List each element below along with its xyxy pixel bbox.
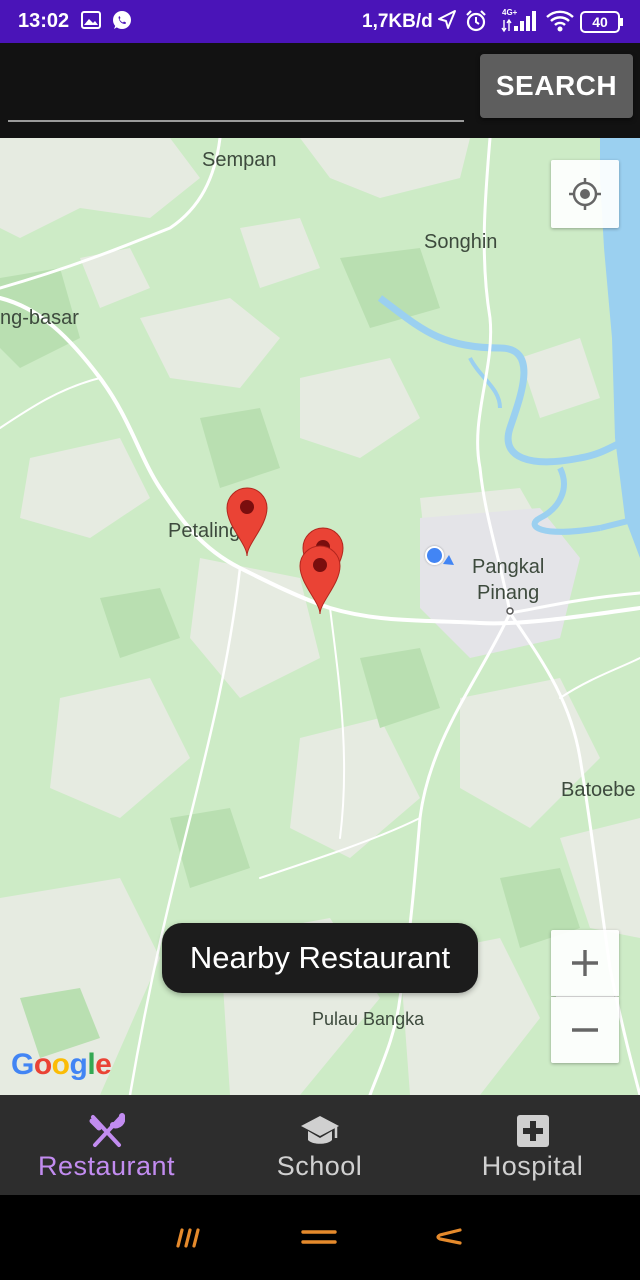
status-bar: 13:02 1,7KB/d 4G+ 40: [0, 0, 640, 43]
nav-item-hospital[interactable]: Hospital: [426, 1095, 639, 1195]
recent-apps-icon: [176, 1228, 200, 1248]
recent-apps-button[interactable]: [167, 1217, 207, 1257]
map-label-pulau-bangka: Pulau Bangka: [312, 1009, 425, 1029]
battery-level: 40: [592, 14, 608, 30]
map-label-songhin: Songhin: [424, 231, 498, 253]
map-marker[interactable]: [296, 542, 344, 615]
zoom-in-button[interactable]: [551, 930, 619, 996]
minus-icon: [572, 1028, 598, 1032]
back-icon: [436, 1228, 462, 1245]
current-location-icon: [425, 546, 444, 565]
map-pin-icon: [226, 487, 268, 557]
heading-arrow-icon: [443, 555, 454, 565]
nav-label: School: [276, 1151, 363, 1181]
map-marker[interactable]: [223, 484, 271, 557]
my-location-button[interactable]: [551, 160, 619, 228]
navigation-icon: [437, 9, 457, 36]
toast-message: Nearby Restaurant: [162, 923, 478, 993]
whatsapp-icon: [111, 9, 133, 36]
hospital-icon: [516, 1113, 550, 1149]
nav-label: Restaurant: [37, 1151, 176, 1181]
map-label-basar: ng-basar: [0, 307, 79, 329]
bottom-navigation: Restaurant School Hospital: [0, 1095, 640, 1195]
zoom-out-button[interactable]: [551, 997, 619, 1063]
signal-4g-icon: 4G+: [500, 6, 538, 39]
nav-item-restaurant[interactable]: Restaurant: [0, 1095, 213, 1195]
svg-text:4G+: 4G+: [502, 8, 518, 17]
map-label-pinang: Pinang: [477, 582, 540, 604]
app-root: 13:02 1,7KB/d 4G+ 40 SEARCH Sempan Songh…: [0, 0, 640, 1280]
back-button[interactable]: [428, 1217, 468, 1257]
map-label-pangkal: Pangkal: [472, 556, 545, 578]
nav-label: Hospital: [481, 1151, 584, 1181]
gallery-icon: [80, 9, 102, 36]
map-label-batoebe: Batoebe: [561, 779, 636, 801]
plus-icon: [572, 950, 598, 976]
system-navigation-bar: [0, 1195, 640, 1280]
map-pin-icon: [299, 545, 341, 615]
school-icon: [300, 1113, 340, 1149]
home-button[interactable]: [299, 1217, 339, 1257]
nav-item-school[interactable]: School: [213, 1095, 426, 1195]
alarm-icon: [464, 9, 488, 38]
search-button[interactable]: SEARCH: [480, 54, 633, 118]
crosshair-icon: [569, 178, 601, 210]
map-label-sempan: Sempan: [202, 149, 277, 171]
network-speed: 1,7KB/d: [362, 11, 433, 32]
search-input[interactable]: [8, 58, 464, 122]
wifi-icon: [545, 9, 575, 38]
status-time: 13:02: [18, 10, 70, 32]
google-logo: Google: [11, 1048, 112, 1081]
battery-icon: 40: [580, 10, 624, 39]
home-icon: [301, 1230, 337, 1244]
restaurant-icon: [89, 1113, 125, 1149]
